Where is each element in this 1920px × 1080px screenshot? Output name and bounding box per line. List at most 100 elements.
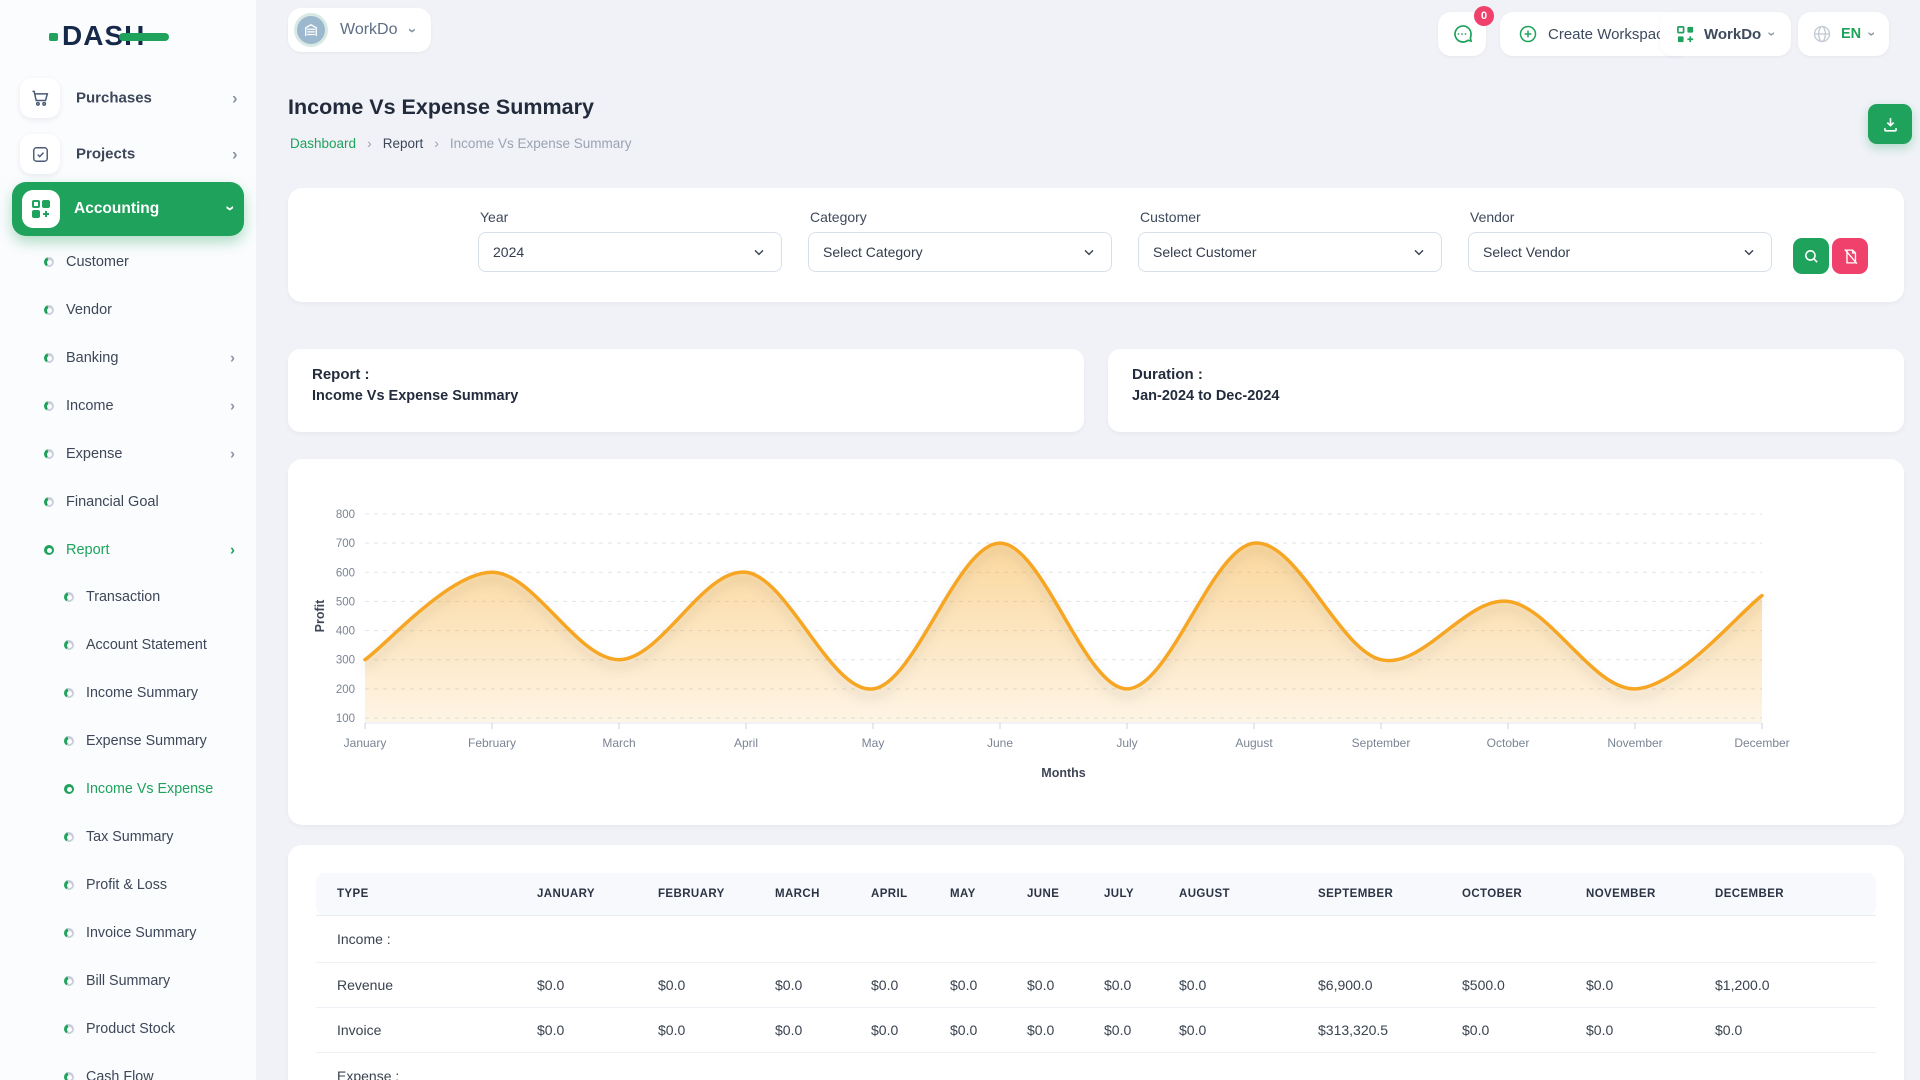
cell-value: $0.0 [537, 962, 658, 1007]
sidebar-item-transaction[interactable]: Transaction [0, 573, 256, 621]
sidebar-item-label: Customer [66, 254, 129, 270]
sidebar-item-account-statement[interactable]: Account Statement [0, 621, 256, 669]
sidebar-item-purchases[interactable]: Purchases› [0, 74, 256, 122]
cell-value: $0.0 [1586, 1007, 1715, 1052]
svg-text:August: August [1235, 736, 1273, 750]
cell-value: $0.0 [1104, 1007, 1179, 1052]
bullet-ring-icon [44, 257, 54, 267]
section-label: Expense : [316, 1052, 1876, 1080]
category-field: Category Select Category [808, 188, 1112, 302]
svg-text:May: May [862, 736, 885, 750]
sidebar-item-banking[interactable]: Banking › [0, 334, 256, 382]
sidebar-item-income-summary[interactable]: Income Summary [0, 669, 256, 717]
year-select[interactable]: 2024 [478, 232, 782, 272]
cell-value: $0.0 [1179, 1007, 1318, 1052]
income-vs-expense-chart: 800700600500400300200100JanuaryFebruaryM… [288, 459, 1904, 825]
vendor-select[interactable]: Select Vendor [1468, 232, 1772, 272]
selected-value: Select Category [823, 244, 923, 260]
bullet-ring-icon [64, 688, 74, 698]
page-title: Income Vs Expense Summary [288, 95, 594, 120]
table-header-row: TYPEJANUARYFEBRUARYMARCHAPRILMAYJUNEJULY… [316, 873, 1876, 915]
svg-text:500: 500 [336, 596, 355, 608]
sidebar-item-income[interactable]: Income› [0, 382, 256, 430]
column-header: TYPE [316, 873, 537, 915]
sidebar-item-income-vs-expense[interactable]: Income Vs Expense [0, 765, 256, 813]
grid-plus-icon [22, 190, 60, 228]
column-header: MAY [950, 873, 1027, 915]
income-expense-table: TYPEJANUARYFEBRUARYMARCHAPRILMAYJUNEJULY… [316, 873, 1876, 1080]
cell-value: $6,900.0 [1318, 962, 1462, 1007]
sidebar-item-product-stock[interactable]: Product Stock [0, 1005, 256, 1053]
table-row: Revenue$0.0$0.0$0.0$0.0$0.0$0.0$0.0$0.0$… [316, 962, 1876, 1007]
bullet-ring-icon [64, 832, 74, 842]
chevron-right-icon: › [232, 146, 238, 163]
sidebar-item-label: Income Summary [86, 685, 198, 701]
bullet-ring-icon [64, 640, 74, 650]
sidebar-item-label: Income Vs Expense [86, 781, 213, 797]
check-square-icon [20, 134, 60, 174]
chart-card: 800700600500400300200100JanuaryFebruaryM… [288, 459, 1904, 825]
chevron-down-icon [1081, 244, 1097, 260]
breadcrumb-dashboard[interactable]: Dashboard [290, 136, 356, 151]
column-header: MARCH [775, 873, 871, 915]
row-label: Invoice [316, 1007, 537, 1052]
chevron-right-icon: › [230, 351, 235, 366]
sidebar-item-projects[interactable]: Projects › [0, 130, 256, 178]
selected-value: Select Customer [1153, 244, 1256, 260]
bullet-ring-icon [44, 497, 54, 507]
bullet-ring-icon [64, 976, 74, 986]
category-label: Category [810, 209, 867, 225]
vendor-field: Vendor Select Vendor [1468, 188, 1772, 302]
sidebar-item-label: Projects [76, 146, 135, 163]
sidebar-item-label: Vendor [66, 302, 112, 318]
category-select[interactable]: Select Category [808, 232, 1112, 272]
logo-dot-icon [49, 33, 58, 41]
customer-select[interactable]: Select Customer [1138, 232, 1442, 272]
download-button[interactable] [1868, 104, 1912, 144]
cell-value: $0.0 [1715, 1007, 1876, 1052]
sidebar-item-label: Product Stock [86, 1021, 175, 1037]
chevron-right-icon: › [367, 135, 372, 151]
chevron-down-icon [1411, 244, 1427, 260]
cell-value: $0.0 [950, 1007, 1027, 1052]
sidebar-item-profit-loss[interactable]: Profit & Loss [0, 861, 256, 909]
breadcrumb-current: Income Vs Expense Summary [450, 136, 632, 151]
customer-field: CustomerSelect Customer [1138, 188, 1442, 302]
bullet-ring-icon [64, 1072, 74, 1080]
svg-text:200: 200 [336, 684, 355, 696]
sidebar-item-invoice-summary[interactable]: Invoice Summary [0, 909, 256, 957]
sidebar-item-label: Expense [66, 446, 122, 462]
sidebar-item-customer[interactable]: Customer [0, 238, 256, 286]
svg-text:Months: Months [1041, 766, 1085, 780]
main-content: Income Vs Expense Summary Dashboard › Re… [288, 0, 1904, 1080]
svg-text:July: July [1116, 736, 1137, 750]
reset-filter-button[interactable] [1832, 238, 1868, 274]
sidebar-item-bill-summary[interactable]: Bill Summary [0, 957, 256, 1005]
column-header: JULY [1104, 873, 1179, 915]
sidebar-item-report[interactable]: Report› [0, 526, 256, 574]
sidebar-item-tax-summary[interactable]: Tax Summary [0, 813, 256, 861]
cell-value: $0.0 [1027, 1007, 1104, 1052]
sidebar-item-financial-goal[interactable]: Financial Goal [0, 478, 256, 526]
summary-cards: Report :Income Vs Expense SummaryDuratio… [288, 349, 1904, 432]
svg-text:December: December [1734, 736, 1789, 750]
apply-filter-button[interactable] [1793, 238, 1829, 274]
sidebar-item-vendor[interactable]: Vendor [0, 286, 256, 334]
breadcrumb: Dashboard › Report › Income Vs Expense S… [290, 135, 632, 151]
breadcrumb-report[interactable]: Report [383, 136, 424, 151]
vendor-label: Vendor [1470, 209, 1514, 225]
table-section-row: Income : [316, 915, 1876, 962]
sidebar-item-expense[interactable]: Expense› [0, 430, 256, 478]
column-header: DECEMBER [1715, 873, 1876, 915]
column-header: AUGUST [1179, 873, 1318, 915]
sidebar-item-cash-flow[interactable]: Cash Flow [0, 1053, 256, 1080]
column-header: JUNE [1027, 873, 1104, 915]
sidebar-item-accounting[interactable]: Accounting › [12, 182, 244, 236]
app-logo[interactable]: DASH [62, 20, 145, 52]
summary-card-title: Report : [312, 366, 1060, 383]
sidebar-item-expense-summary[interactable]: Expense Summary [0, 717, 256, 765]
svg-text:Profit: Profit [313, 599, 327, 632]
svg-text:100: 100 [336, 713, 355, 725]
sidebar-item-label: Banking [66, 350, 118, 366]
svg-text:600: 600 [336, 567, 355, 579]
